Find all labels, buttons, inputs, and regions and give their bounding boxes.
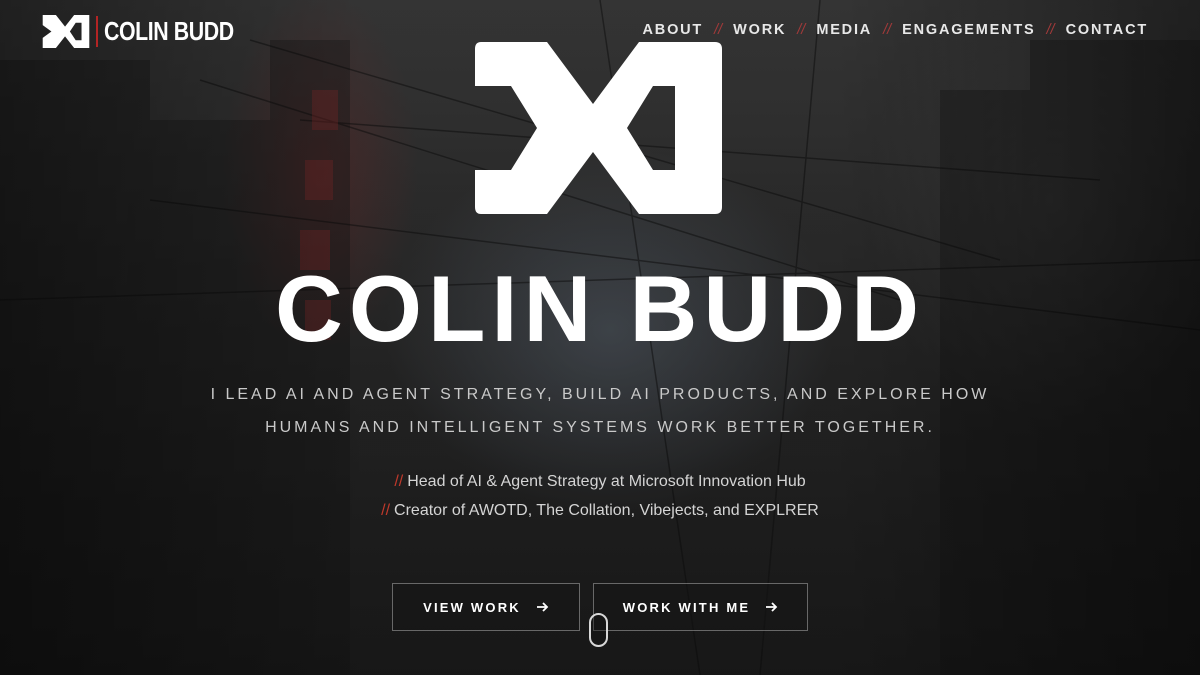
nav-separator: // <box>797 22 806 38</box>
nav-separator: // <box>883 22 892 38</box>
hero-title: COLIN BUDD <box>274 256 926 361</box>
brand-name: COLIN BUDD <box>104 16 234 46</box>
role-text: Head of AI & Agent Strategy at Microsoft… <box>407 473 806 490</box>
brand-logo[interactable]: COLIN BUDD <box>42 15 262 48</box>
role-list: //Head of AI & Agent Strategy at Microso… <box>0 467 1200 525</box>
role-prefix: // <box>394 473 404 490</box>
main-nav: ABOUT // WORK // MEDIA // ENGAGEMENTS //… <box>643 22 1148 38</box>
role-item: //Creator of AWOTD, The Collation, Vibej… <box>0 496 1200 525</box>
nav-contact[interactable]: CONTACT <box>1066 22 1148 38</box>
view-work-button[interactable]: VIEW WORK <box>392 583 580 631</box>
nav-media[interactable]: MEDIA <box>816 22 872 38</box>
nav-about[interactable]: ABOUT <box>643 22 704 38</box>
nav-engagements[interactable]: ENGAGEMENTS <box>902 22 1035 38</box>
role-item: //Head of AI & Agent Strategy at Microso… <box>0 467 1200 496</box>
nav-work[interactable]: WORK <box>733 22 786 38</box>
arrow-right-icon <box>536 602 549 612</box>
cb-monogram-icon <box>42 15 90 48</box>
brand-divider <box>96 16 98 47</box>
hero-section: COLIN BUDD ABOUT // WORK // MEDIA // ENG… <box>0 0 1200 675</box>
view-work-label: VIEW WORK <box>423 599 521 615</box>
hero-tagline: I LEAD AI AND AGENT STRATEGY, BUILD AI P… <box>210 386 990 436</box>
nav-separator: // <box>714 22 723 38</box>
work-with-me-button[interactable]: WORK WITH ME <box>593 583 808 631</box>
work-with-me-label: WORK WITH ME <box>622 599 751 615</box>
scroll-mouse-icon[interactable] <box>589 613 608 647</box>
arrow-right-icon <box>766 602 778 612</box>
nav-separator: // <box>1046 22 1055 38</box>
hero-monogram-icon <box>475 42 722 214</box>
role-text: Creator of AWOTD, The Collation, Vibejec… <box>394 502 819 519</box>
role-prefix: // <box>381 502 391 519</box>
